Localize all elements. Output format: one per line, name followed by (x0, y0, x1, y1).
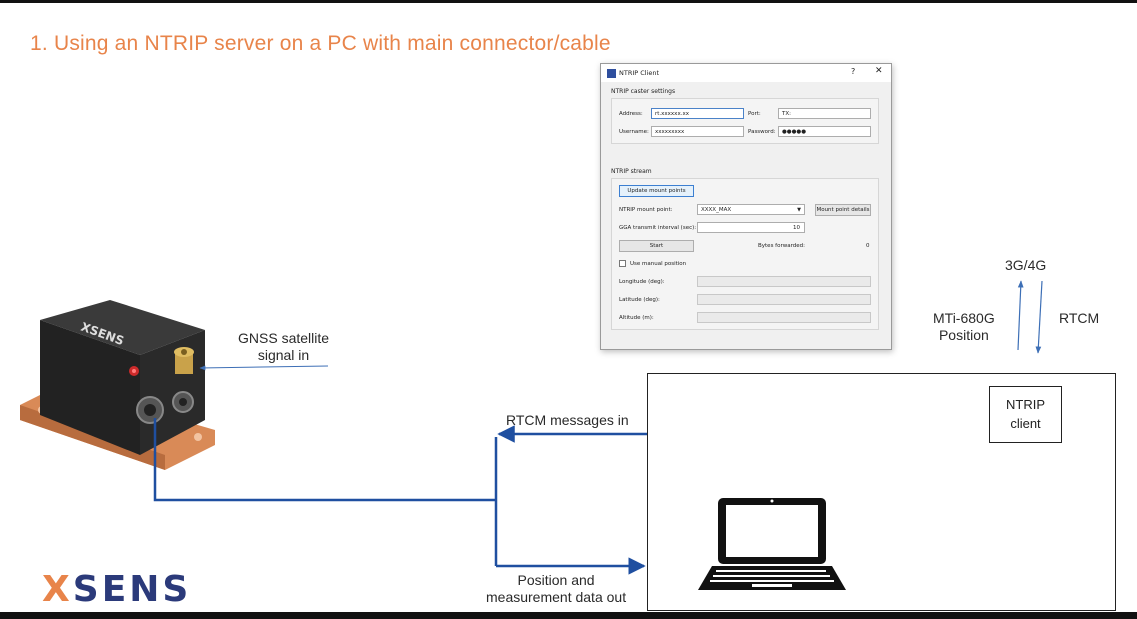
manual-position-label: Use manual position (630, 261, 687, 267)
latitude-field[interactable] (697, 294, 871, 305)
logo-rest: SENS (72, 569, 192, 610)
ntrip-client-label: NTRIP client (990, 395, 1061, 433)
mountpoint-value: XXXX_MAX (701, 207, 732, 213)
rtcm-label: RTCM (1059, 310, 1100, 326)
close-button[interactable]: ✕ (875, 66, 883, 76)
latitude-label: Latitude (deg): (619, 297, 660, 303)
gga-interval-field[interactable]: 10 (697, 222, 805, 233)
update-mount-points-button[interactable]: Update mount points (619, 185, 694, 197)
position-label-line2: measurement data out (486, 589, 627, 605)
app-icon (607, 69, 616, 78)
bytes-forwarded-label: Bytes forwarded: (758, 243, 805, 249)
logo-x: X (42, 569, 73, 610)
gnss-signal-arrow (199, 365, 329, 371)
altitude-label: Altitude (m): (619, 315, 654, 321)
manual-position-checkbox[interactable] (619, 260, 626, 267)
longitude-label: Longitude (deg): (619, 279, 665, 285)
stream-group (611, 178, 879, 330)
mountpoint-label: NTRIP mount point: (619, 207, 673, 213)
username-label: Username: (619, 129, 649, 135)
password-label: Password: (748, 129, 776, 135)
gnss-label: GNSS satellite signal in (238, 330, 329, 364)
gnss-label-line2: signal in (257, 347, 310, 363)
mti-device-image: XSENS (20, 300, 215, 470)
altitude-field[interactable] (697, 312, 871, 323)
mti-label-line2: Position (938, 327, 989, 343)
address-field[interactable]: rt.xxxxxx.xx (651, 108, 744, 119)
help-button[interactable]: ? (851, 67, 855, 76)
port-label: Port: (748, 111, 761, 117)
mountpoint-select[interactable]: XXXX_MAX ▼ (697, 204, 805, 215)
network-label: 3G/4G (1005, 257, 1047, 273)
mti-position-label: MTi-680G Position (933, 310, 995, 344)
ntrip-label-line2: client (1010, 416, 1041, 431)
position-out-label: Position and measurement data out (486, 572, 626, 606)
dialog-titlebar[interactable]: NTRIP Client ? ✕ (601, 64, 891, 82)
uplink-arrow (1017, 280, 1024, 351)
xsens-logo: XSENS (42, 570, 191, 610)
dialog-title: NTRIP Client (619, 69, 660, 77)
longitude-field[interactable] (697, 276, 871, 287)
position-label-line1: Position and (517, 572, 595, 588)
mount-point-details-button[interactable]: Mount point details (815, 204, 871, 216)
rtcm-in-label: RTCM messages in (506, 412, 629, 428)
port-field[interactable]: TX: (778, 108, 871, 119)
ntrip-client-dialog: NTRIP Client ? ✕ NTRIP caster settings A… (600, 63, 892, 350)
start-button[interactable]: Start (619, 240, 694, 252)
ntrip-client-box: NTRIP client (989, 386, 1062, 443)
chevron-down-icon: ▼ (797, 207, 801, 213)
gga-interval-label: GGA transmit interval (sec): (619, 225, 697, 231)
bottom-border (0, 612, 1137, 619)
bytes-forwarded-value: 0 (866, 243, 870, 249)
username-field[interactable]: xxxxxxxxx (651, 126, 744, 137)
password-field[interactable]: ●●●●● (778, 126, 871, 137)
downlink-arrow (1035, 280, 1043, 354)
mti-label-line1: MTi-680G (933, 310, 995, 326)
address-label: Address: (619, 111, 643, 117)
ntrip-label-line1: NTRIP (1006, 397, 1045, 412)
caster-settings-group (611, 98, 879, 144)
gnss-label-line1: GNSS satellite (238, 330, 330, 346)
stream-label: NTRIP stream (611, 168, 652, 175)
caster-settings-label: NTRIP caster settings (611, 88, 676, 95)
